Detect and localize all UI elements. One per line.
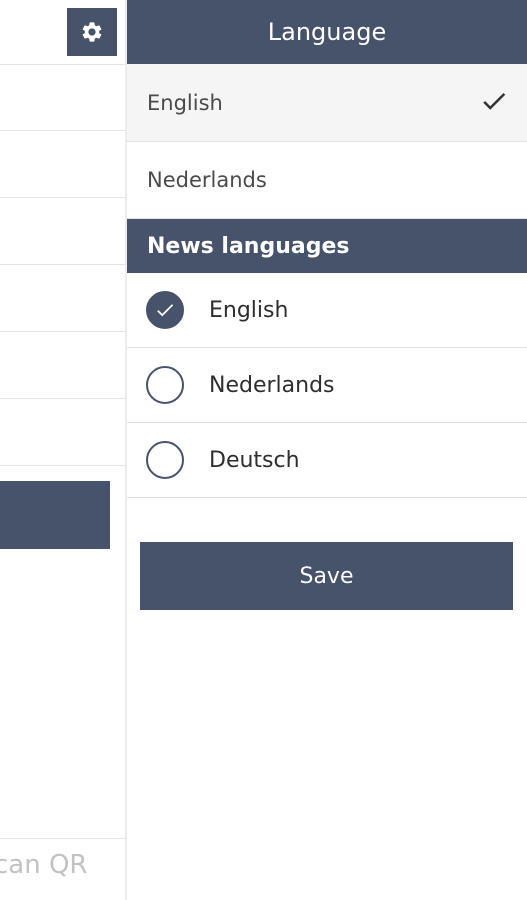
settings-button[interactable] [67,8,117,56]
news-option-label: Nederlands [209,372,335,398]
list-divider [0,197,125,198]
list-divider [0,264,125,265]
language-option-label: English [147,90,223,115]
radio-checked-icon[interactable] [146,291,184,329]
panel-header: Language [127,0,527,64]
primary-button[interactable] [0,481,110,549]
check-icon [157,304,174,317]
footer-divider [0,838,125,839]
news-option-english[interactable]: English [127,273,527,348]
section-title: News languages [147,233,350,259]
news-option-nederlands[interactable]: Nederlands [127,348,527,423]
check-icon [483,92,506,110]
radio-unchecked-icon[interactable] [146,441,184,479]
news-option-label: Deutsch [209,447,300,473]
scan-qr-label[interactable]: can QR [0,850,88,880]
language-panel: Language English Nederlands News languag… [127,0,527,900]
save-button[interactable]: Save [140,542,513,610]
list-divider [0,130,125,131]
language-option-label: Nederlands [147,168,267,192]
news-option-label: English [209,297,289,323]
language-option-nederlands[interactable]: Nederlands [127,142,527,219]
news-languages-header: News languages [127,219,527,273]
list-divider [0,398,125,399]
list-divider [0,64,125,65]
background-panel: can QR [0,0,125,900]
list-divider [0,331,125,332]
gear-icon [82,22,102,42]
language-option-english[interactable]: English [127,64,527,142]
list-divider [0,465,125,466]
radio-unchecked-icon[interactable] [146,366,184,404]
panel-title: Language [267,18,387,46]
news-option-deutsch[interactable]: Deutsch [127,423,527,498]
